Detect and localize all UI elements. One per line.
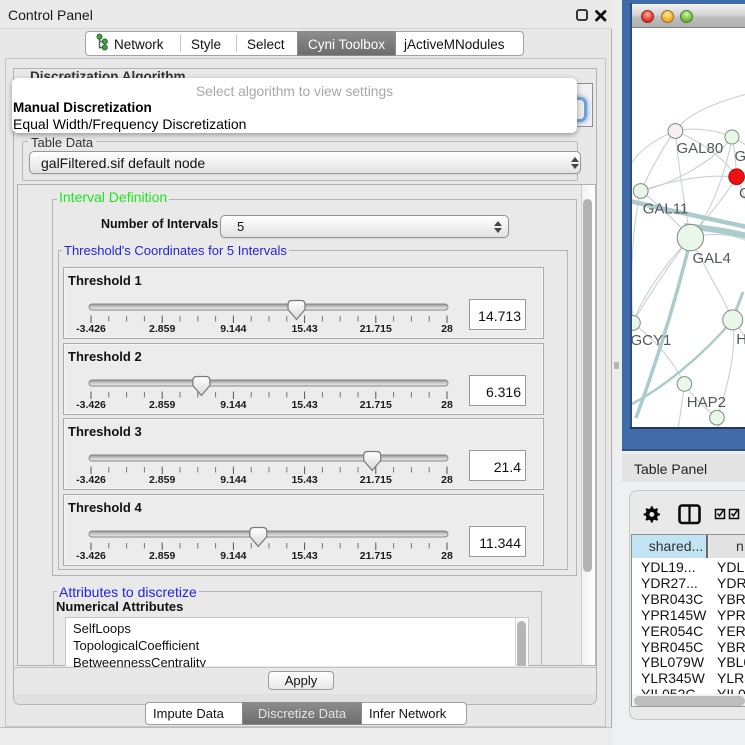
svg-text:15.43: 15.43 [291, 323, 317, 335]
svg-text:21.715: 21.715 [360, 474, 392, 486]
svg-text:15.43: 15.43 [291, 550, 317, 562]
svg-text:2.859: 2.859 [149, 399, 175, 411]
svg-text:GAL80: GAL80 [677, 140, 724, 157]
svg-text:-3.426: -3.426 [76, 550, 106, 562]
svg-text:28: 28 [441, 399, 453, 411]
svg-text:GCY1: GCY1 [632, 332, 671, 349]
svg-text:H: H [736, 331, 745, 348]
svg-text:28: 28 [441, 550, 453, 562]
svg-text:-3.426: -3.426 [76, 399, 106, 411]
svg-text:15.43: 15.43 [291, 474, 317, 486]
svg-text:2.859: 2.859 [149, 550, 175, 562]
svg-text:15.43: 15.43 [291, 399, 317, 411]
svg-text:GAL11: GAL11 [643, 201, 689, 218]
svg-text:C: C [739, 185, 745, 202]
svg-text:-3.426: -3.426 [76, 323, 106, 335]
svg-text:28: 28 [441, 323, 453, 335]
svg-text:21.715: 21.715 [360, 550, 392, 562]
svg-text:2.859: 2.859 [149, 323, 175, 335]
svg-text:GA: GA [735, 148, 745, 165]
svg-text:2.859: 2.859 [149, 474, 175, 486]
svg-text:GAL4: GAL4 [693, 250, 731, 267]
svg-text:9.144: 9.144 [220, 550, 246, 562]
svg-text:9.144: 9.144 [220, 474, 246, 486]
svg-text:HAP2: HAP2 [687, 394, 726, 411]
svg-text:9.144: 9.144 [220, 399, 246, 411]
svg-text:-3.426: -3.426 [76, 474, 106, 486]
svg-text:9.144: 9.144 [220, 323, 246, 335]
svg-text:21.715: 21.715 [360, 399, 392, 411]
svg-text:28: 28 [441, 474, 453, 486]
svg-text:21.715: 21.715 [360, 323, 392, 335]
